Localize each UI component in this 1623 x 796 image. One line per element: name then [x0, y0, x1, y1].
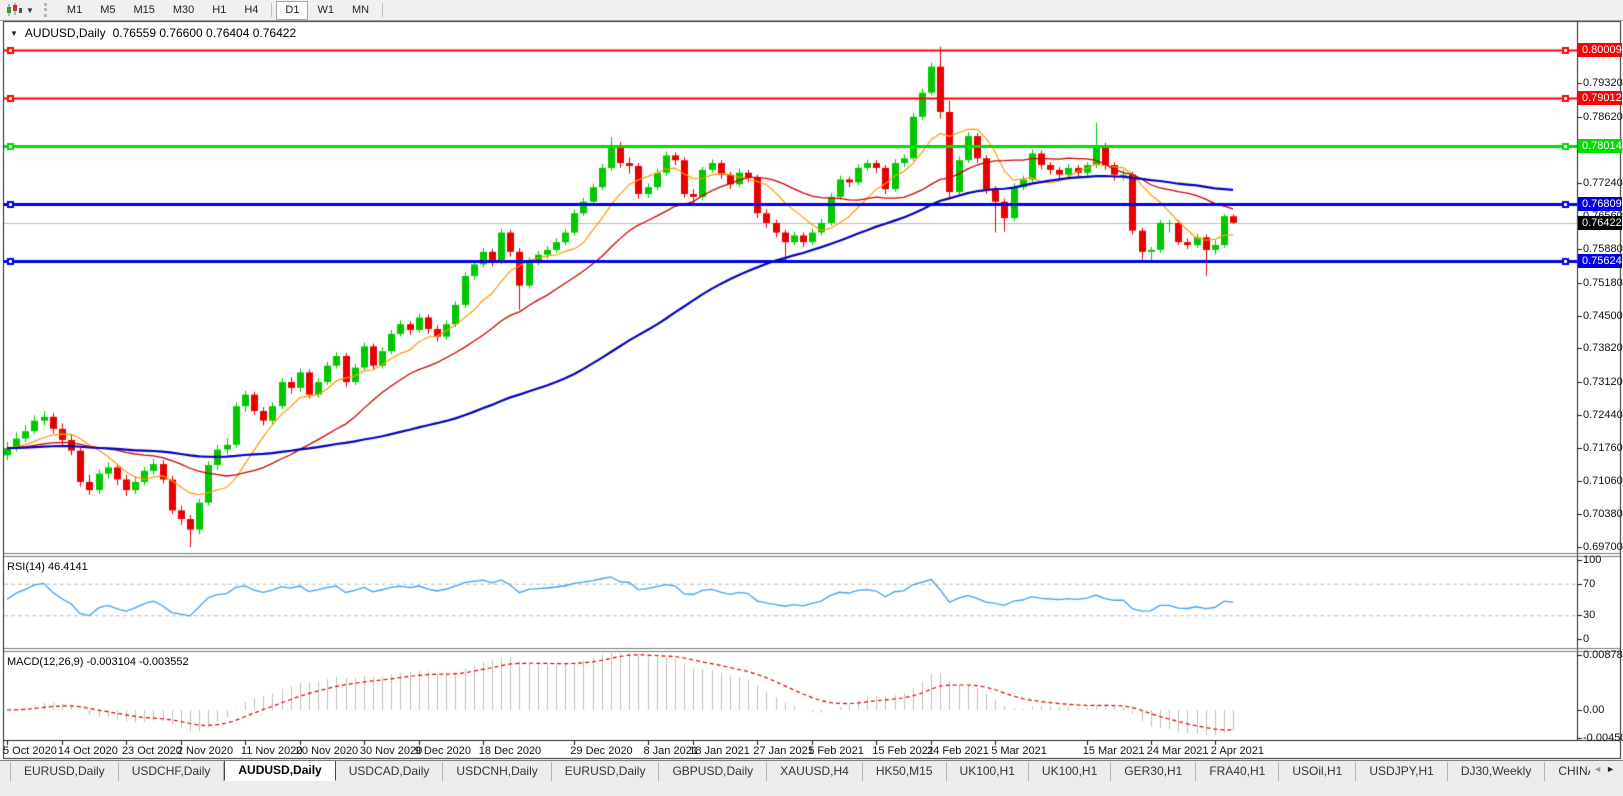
date-tick-label: 5 Feb 2021: [808, 745, 864, 757]
chart-tab-eurusd-daily[interactable]: EURUSD,Daily: [552, 762, 660, 781]
date-tick-label: 20 Nov 2020: [295, 745, 359, 757]
chart-ohlc-readout: 0.76559 0.76600 0.76404 0.76422: [112, 26, 297, 40]
chart-tab-gbpusd-daily[interactable]: GBPUSD,Daily: [659, 762, 768, 781]
timeframe-button-m15[interactable]: M15: [124, 1, 163, 20]
chevron-down-icon[interactable]: ▼: [26, 6, 34, 15]
chart-tab-usdjpy-h1[interactable]: USDJPY,H1: [1356, 762, 1448, 781]
price-tick-label: 0.72440: [1583, 408, 1623, 421]
price-tick-label: 0.75880: [1583, 242, 1623, 255]
price-tick-label: 0.74500: [1583, 309, 1623, 322]
timeframe-button-d1[interactable]: D1: [276, 0, 309, 20]
chart-tab-fra40-h1[interactable]: FRA40,H1: [1196, 762, 1280, 781]
date-tick-label: 2 Apr 2021: [1210, 745, 1265, 757]
chart-tab-hk50-m15[interactable]: HK50,M15: [863, 762, 947, 781]
price-tick-label: 0.78620: [1583, 110, 1623, 123]
date-tick-label: 11 Nov 2020: [240, 745, 303, 757]
timeframe-button-m5[interactable]: M5: [91, 1, 124, 20]
price-tick-label: 0.70380: [1583, 508, 1623, 521]
date-tick-label: 14 Oct 2020: [57, 745, 118, 757]
date-tick-label: 5 Mar 2021: [991, 745, 1047, 757]
chart-tab-dj30-weekly[interactable]: DJ30,Weekly: [1448, 762, 1546, 781]
price-tick-label: 0.71060: [1583, 475, 1623, 488]
timeframe-button-mn[interactable]: MN: [343, 1, 378, 20]
timeframe-toolbar: ▼ M1 M5 M15 M30 H1 H4 D1 W1 MN: [0, 0, 1623, 21]
macd-label: MACD(12,26,9) -0.003104 -0.003552: [7, 656, 189, 668]
toolbar-separator: [271, 3, 273, 17]
date-tick-label: 27 Jan 2021: [753, 745, 814, 757]
timeframe-button-h4[interactable]: H4: [235, 1, 267, 20]
hline-price-badge[interactable]: 0.80009: [1578, 42, 1622, 57]
chart-tab-usdcnh-daily[interactable]: USDCNH,Daily: [443, 762, 552, 781]
macd-tick-label: -0.004503: [1583, 732, 1623, 745]
toolbar-separator: [382, 3, 384, 17]
trading-terminal: { "toolbar": { "chart_type_icon": "candl…: [0, 0, 1623, 796]
macd-tick-label: 0.00: [1583, 704, 1605, 716]
hline-price-badge[interactable]: 0.76809: [1578, 197, 1622, 212]
price-tick-label: 0.77240: [1583, 177, 1623, 190]
rsi-label: RSI(14) 46.4141: [7, 561, 88, 573]
candlestick-chart-icon[interactable]: [6, 3, 22, 17]
chart-tab-ger30-h1[interactable]: GER30,H1: [1111, 762, 1197, 781]
chart-title: AUDUSD,Daily: [24, 26, 106, 40]
hline-price-badge[interactable]: 0.75624: [1578, 254, 1622, 269]
chart-tab-xauusd-h4[interactable]: XAUUSD,H4: [767, 762, 863, 781]
date-tick-label: 2 Nov 2020: [176, 745, 234, 757]
toolbar-grip[interactable]: [43, 3, 50, 17]
price-tick-label: 0.69700: [1583, 541, 1623, 554]
timeframe-button-w1[interactable]: W1: [308, 1, 343, 20]
chart-tab-usdcad-daily[interactable]: USDCAD,Daily: [336, 762, 444, 781]
price-tick-label: 0.75180: [1583, 276, 1623, 289]
timeframe-button-m1[interactable]: M1: [58, 1, 91, 20]
date-tick-label: 23 Oct 2020: [121, 745, 182, 757]
date-tick-label: 9 Dec 2020: [414, 745, 472, 757]
date-tick-label: 18 Dec 2020: [478, 745, 542, 757]
rsi-tick-label: 0: [1583, 633, 1590, 645]
chart-tab-usdchf-daily[interactable]: USDCHF,Daily: [119, 762, 225, 781]
chart-tab-china300-h1[interactable]: CHINA300,H1: [1545, 762, 1590, 781]
chart-title-row: ▼ AUDUSD,Daily 0.76559 0.76600 0.76404 0…: [10, 26, 296, 40]
collapse-triangle-icon[interactable]: ▼: [10, 29, 18, 38]
price-tick-label: 0.73820: [1583, 342, 1623, 355]
date-tick-label: 29 Dec 2020: [570, 745, 633, 757]
price-tick-label: 0.79320: [1583, 77, 1623, 90]
date-tick-label: 5 Oct 2020: [3, 745, 57, 757]
timeframe-button-m30[interactable]: M30: [164, 1, 203, 20]
date-tick-label: 30 Nov 2020: [359, 745, 423, 757]
price-tick-label: 0.71760: [1583, 441, 1623, 454]
chart-tab-bar: EURUSD,Daily USDCHF,Daily AUDUSD,Daily USDC…: [0, 760, 1623, 796]
hline-price-badge[interactable]: 0.78014: [1578, 139, 1622, 154]
current-price-badge: 0.76422: [1578, 215, 1622, 230]
hline-price-badge[interactable]: 0.79012: [1578, 90, 1622, 105]
price-chart-canvas[interactable]: [0, 0, 1623, 796]
rsi-tick-label: 100: [1583, 554, 1602, 566]
chart-tab-uk100-h1[interactable]: UK100,H1: [947, 762, 1029, 781]
chart-tab-eurusd-daily[interactable]: EURUSD,Daily: [10, 762, 119, 781]
chart-tab-audusd-daily[interactable]: AUDUSD,Daily: [224, 761, 336, 781]
date-tick-label: 18 Jan 2021: [689, 745, 750, 757]
date-tick-label: 15 Mar 2021: [1082, 745, 1145, 757]
date-tick-label: 24 Mar 2021: [1146, 745, 1209, 757]
chart-tab-usoil-h1[interactable]: USOil,H1: [1279, 762, 1357, 781]
date-tick-label: 24 Feb 2021: [927, 745, 989, 757]
rsi-tick-label: 30: [1583, 609, 1596, 622]
chart-tab-uk100-h1[interactable]: UK100,H1: [1029, 762, 1112, 781]
tab-scroll-left-icon[interactable]: ◄: [1593, 764, 1606, 774]
rsi-tick-label: 70: [1583, 577, 1596, 590]
timeframe-button-h1[interactable]: H1: [203, 1, 235, 20]
tab-scroll-right-icon[interactable]: ►: [1606, 764, 1619, 774]
price-tick-label: 0.73120: [1583, 376, 1623, 389]
date-tick-label: 15 Feb 2021: [872, 745, 935, 757]
macd-tick-label: 0.008785: [1583, 649, 1623, 661]
